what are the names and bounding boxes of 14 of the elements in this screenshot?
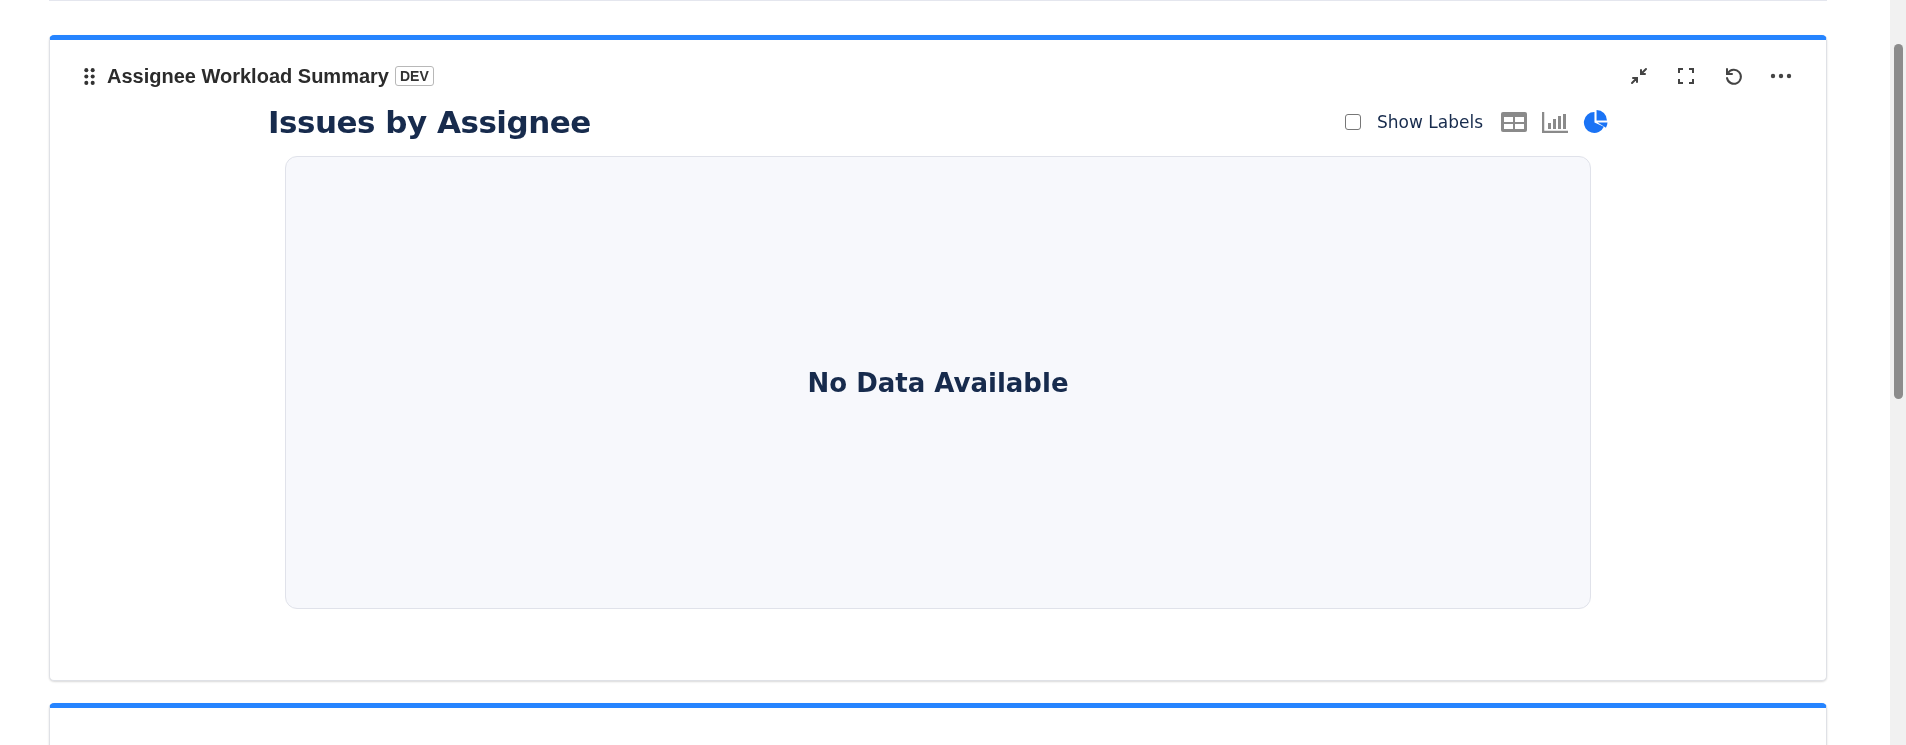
pie-chart-icon[interactable] <box>1583 109 1608 135</box>
drag-handle-icon[interactable] <box>84 67 95 85</box>
empty-message: No Data Available <box>807 367 1069 398</box>
chart-title: Issues by Assignee <box>268 104 591 140</box>
refresh-icon[interactable] <box>1723 66 1743 86</box>
table-view-icon[interactable] <box>1501 112 1527 132</box>
environment-tag: DEV <box>394 66 434 86</box>
fullscreen-icon[interactable] <box>1676 66 1696 86</box>
more-icon[interactable] <box>1770 73 1792 79</box>
show-labels-checkbox[interactable]: Show Labels <box>1345 112 1483 132</box>
collapse-icon[interactable] <box>1629 66 1649 86</box>
widget-title: Assignee Workload Summary <box>107 64 389 88</box>
bar-chart-icon[interactable] <box>1542 111 1568 133</box>
scrollbar[interactable] <box>1890 0 1906 745</box>
